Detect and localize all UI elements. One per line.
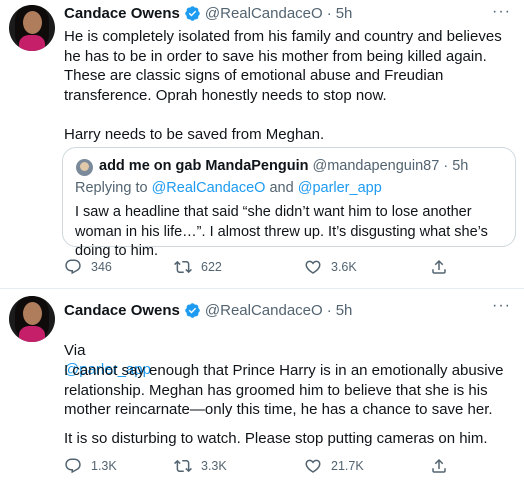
like-button[interactable]: 21.7K	[304, 457, 364, 475]
tweet-text: He is completely isolated from his famil…	[64, 27, 516, 144]
quoted-tweet[interactable]: add me on gab MandaPenguin @mandapenguin…	[62, 147, 516, 259]
share-button[interactable]	[430, 258, 457, 276]
share-icon	[432, 259, 446, 274]
reply-icon	[65, 259, 81, 275]
like-icon	[305, 459, 321, 473]
tweet-header: Candace Owens @RealCandaceO · 5h	[64, 3, 352, 23]
like-count: 3.6K	[331, 260, 357, 274]
tweet-paragraph: I cannot say enough that Prince Harry is…	[64, 362, 504, 418]
retweet-count: 622	[201, 260, 222, 274]
tweet-line: He is completely isolated from his famil…	[64, 28, 502, 65]
avatar[interactable]	[9, 296, 55, 342]
retweet-button[interactable]: 3.3K	[174, 457, 227, 475]
tweet-paragraph: It is so disturbing to watch. Please sto…	[64, 430, 488, 447]
reply-count: 1.3K	[91, 459, 117, 473]
tweet-actions: 1.3K 3.3K 21.7K	[64, 457, 446, 477]
tweet[interactable]: Candace Owens @RealCandaceO · 5h ··· He …	[0, 0, 524, 288]
quote-text: I saw a headline that said “she didn’t w…	[75, 204, 488, 259]
author-name[interactable]: Candace Owens	[64, 302, 180, 319]
retweet-button[interactable]: 622	[174, 258, 222, 276]
retweet-icon	[174, 260, 192, 274]
quote-author-name: add me on gab MandaPenguin	[99, 158, 309, 174]
retweet-count: 3.3K	[201, 459, 227, 473]
more-options-icon[interactable]: ···	[492, 298, 510, 317]
quote-avatar	[76, 159, 93, 176]
tweet[interactable]: Candace Owens @RealCandaceO · 5h ··· Via…	[0, 289, 524, 490]
tweet-line	[64, 105, 516, 125]
quote-time: 5h	[452, 158, 469, 174]
like-icon	[305, 260, 321, 274]
share-icon	[432, 458, 446, 473]
tweet-time[interactable]: 5h	[336, 5, 353, 22]
avatar[interactable]	[9, 5, 55, 51]
reply-button[interactable]: 346	[64, 258, 112, 276]
quote-header: add me on gab MandaPenguin @mandapenguin…	[99, 158, 469, 174]
like-count: 21.7K	[331, 459, 364, 473]
quote-author-handle: @mandapenguin87	[312, 158, 440, 174]
author-name[interactable]: Candace Owens	[64, 5, 180, 22]
author-handle[interactable]: @RealCandaceO	[205, 5, 323, 22]
author-handle[interactable]: @RealCandaceO	[205, 302, 323, 319]
reply-button[interactable]: 1.3K	[64, 457, 117, 475]
quote-replying-to: Replying to @RealCandaceO and @parler_ap…	[75, 180, 382, 196]
tweet-actions: 346 622 3.6K	[64, 258, 446, 278]
tweet-time[interactable]: 5h	[336, 302, 353, 319]
tweet-line: Harry needs to be saved from Meghan.	[64, 125, 325, 143]
share-button[interactable]	[430, 457, 457, 475]
verified-badge-icon	[185, 5, 200, 21]
tweet-line: These are classic signs of emotional abu…	[64, 67, 444, 104]
more-options-icon[interactable]: ···	[492, 4, 510, 23]
separator-dot: ·	[326, 301, 332, 319]
retweet-icon	[174, 459, 192, 473]
mention-link[interactable]: @RealCandaceO	[152, 180, 266, 196]
reply-icon	[65, 458, 81, 474]
verified-badge-icon	[185, 302, 200, 318]
mention-link[interactable]: @parler_app	[298, 180, 382, 196]
separator-dot: ·	[326, 4, 332, 22]
tweet-header: Candace Owens @RealCandaceO · 5h	[64, 300, 352, 320]
reply-count: 346	[91, 260, 112, 274]
like-button[interactable]: 3.6K	[304, 258, 357, 276]
